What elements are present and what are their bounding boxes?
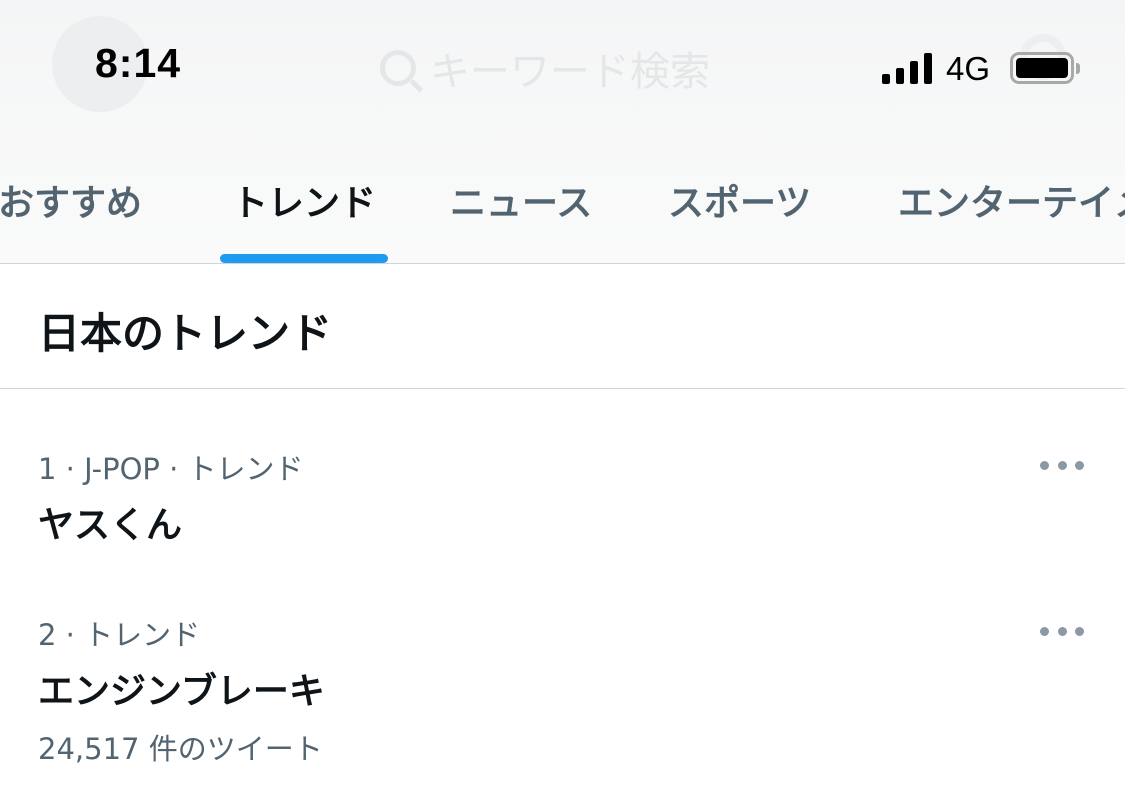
tab-recommended[interactable]: おすすめ	[0, 174, 142, 226]
tab-news[interactable]: ニュース	[450, 174, 592, 226]
battery-fill	[1016, 58, 1068, 78]
tab-trending[interactable]: トレンド	[232, 174, 376, 226]
tab-entertainment[interactable]: エンターテイメ	[898, 174, 1125, 226]
tab-sports[interactable]: スポーツ	[668, 174, 811, 226]
section-title: 日本のトレンド	[38, 309, 333, 358]
battery-icon	[1010, 52, 1080, 84]
signal-icon	[882, 52, 934, 84]
tweet-count: 24,517 件のツイート	[38, 732, 323, 766]
search-input[interactable]: キーワード検索	[380, 30, 840, 106]
trend-name: ヤスくん	[38, 505, 183, 546]
search-icon	[380, 50, 416, 86]
active-tab-indicator	[220, 254, 388, 263]
trend-name: エンジンブレーキ	[38, 671, 325, 712]
divider	[0, 388, 1125, 389]
search-placeholder: キーワード検索	[430, 49, 710, 95]
network-type: 4G	[946, 50, 991, 87]
divider	[0, 263, 1125, 264]
trend-meta: 1 · J-POP · トレンド	[38, 452, 304, 486]
tab-bar: おすすめ トレンド ニュース スポーツ エンターテイメ	[0, 160, 1125, 264]
trend-meta: 2 · トレンド	[38, 618, 201, 652]
status-time: 8:14	[95, 40, 182, 86]
more-options-icon[interactable]	[1040, 624, 1084, 638]
header-area: キーワード検索 8:14 4G おすすめ トレンド ニュース スポーツ エンター…	[0, 0, 1125, 264]
more-options-icon[interactable]	[1040, 458, 1084, 472]
